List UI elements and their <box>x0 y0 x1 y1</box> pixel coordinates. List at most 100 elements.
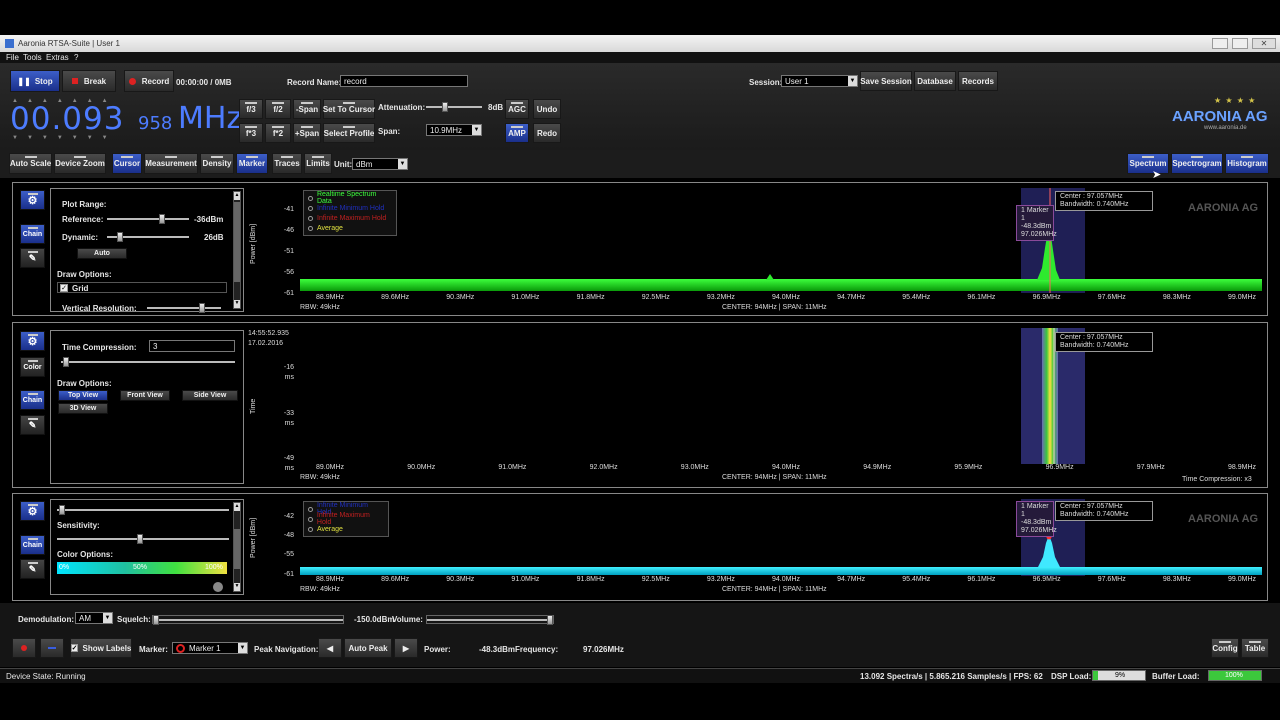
close-button[interactable]: ✕ <box>1252 38 1276 49</box>
grid-checkbox[interactable]: ✓ <box>60 284 68 292</box>
spectrogram-chain-button[interactable]: Chain <box>20 390 45 410</box>
auto-button[interactable]: Auto <box>77 248 127 259</box>
save-session-button[interactable]: Save Session <box>860 71 912 91</box>
tab-measurement[interactable]: Measurement <box>144 153 198 174</box>
record-button[interactable]: Record <box>124 70 174 92</box>
squelch-slider[interactable] <box>152 615 344 625</box>
tab-traces[interactable]: Traces <box>272 153 302 174</box>
unit-label: Unit: <box>334 160 353 169</box>
attenuation-slider[interactable] <box>426 102 482 112</box>
volume-slider[interactable] <box>426 615 554 625</box>
menu-file[interactable]: File <box>6 53 19 62</box>
menu-extras[interactable]: Extras <box>46 53 69 62</box>
freq-down-arrows[interactable]: ▼▼▼▼▼▼▼ <box>12 135 172 142</box>
f-mul2-button[interactable]: f*2 <box>265 123 291 143</box>
session-select[interactable]: User 1 ▼ <box>781 75 858 87</box>
show-labels-checkbox[interactable]: ✓ <box>70 644 79 652</box>
f-mul3-button[interactable]: f*3 <box>239 123 263 143</box>
config-button[interactable]: Config <box>1211 638 1239 658</box>
time-compression-slider[interactable] <box>61 357 235 367</box>
sensitivity-slider[interactable] <box>57 534 229 544</box>
maximize-button[interactable] <box>1232 38 1248 49</box>
amp-button[interactable]: AMP <box>505 123 529 143</box>
break-label: Break <box>83 76 107 86</box>
front-view-button[interactable]: Front View <box>120 390 170 401</box>
spectrogram-settings-button[interactable]: ⚙ <box>20 331 45 351</box>
chevron-down-icon: ▼ <box>398 159 407 169</box>
spectrogram-controls: Time Compression: 3 Draw Options: Top Vi… <box>50 330 244 484</box>
histogram-legend: Infinite Minimum Hold Infinite Maximum H… <box>303 501 389 537</box>
database-button[interactable]: Database <box>914 71 956 91</box>
tab-density[interactable]: Density <box>200 153 234 174</box>
auto-peak-button[interactable]: Auto Peak <box>344 638 392 658</box>
span-select[interactable]: 10.9MHz ▼ <box>426 124 482 136</box>
agc-button[interactable]: AGC <box>505 99 529 119</box>
top-view-button[interactable]: Top View <box>58 390 108 401</box>
color-gradient-bar[interactable]: 0% 50% 100% <box>57 562 227 574</box>
histogram-controls-scrollbar[interactable]: ▲ ▼ <box>233 502 241 592</box>
histogram-peak <box>1038 535 1060 567</box>
grid-label: Grid <box>72 284 89 293</box>
dynamic-slider[interactable] <box>107 232 189 242</box>
grid-option[interactable]: ✓ Grid <box>57 282 227 293</box>
minus-span-button[interactable]: -Span <box>293 99 321 119</box>
tab-histogram[interactable]: Histogram <box>1225 153 1269 174</box>
demodulation-select[interactable]: AM ▼ <box>75 612 113 624</box>
tab-spectrum[interactable]: Spectrum <box>1127 153 1169 174</box>
auto-scale-button[interactable]: Auto Scale <box>9 153 52 174</box>
spectrum-xtick: 96.9MHz <box>1032 294 1061 301</box>
histogram-tool-button[interactable]: ✎ <box>20 559 45 579</box>
menu-tools[interactable]: Tools <box>23 53 42 62</box>
tab-cursor[interactable]: Cursor <box>112 153 142 174</box>
select-profile-button[interactable]: Select Profile <box>323 123 375 143</box>
break-button[interactable]: Break <box>62 70 116 92</box>
f-div3-button[interactable]: f/3 <box>239 99 263 119</box>
spectrogram-color-button[interactable]: Color <box>20 357 45 377</box>
spectrum-xtick: 98.3MHz <box>1162 294 1191 301</box>
redo-button[interactable]: Redo <box>533 123 561 143</box>
record-marker-button[interactable] <box>12 638 36 658</box>
set-to-cursor-button[interactable]: Set To Cursor <box>323 99 375 119</box>
reference-slider[interactable] <box>107 214 189 224</box>
show-labels-toggle[interactable]: ✓ Show Labels <box>70 638 132 658</box>
peak-next-button[interactable]: ▶ <box>394 638 418 658</box>
spectrum-settings-button[interactable]: ⚙ <box>20 190 45 210</box>
minimize-button[interactable] <box>1212 38 1228 49</box>
tab-spectrogram[interactable]: Spectrogram <box>1171 153 1223 174</box>
tab-marker[interactable]: Marker <box>236 153 268 174</box>
span-value: 10.9MHz <box>430 125 463 135</box>
spectrogram-tool-button[interactable]: ✎ <box>20 415 45 435</box>
histogram-top-slider[interactable] <box>57 505 229 515</box>
record-dot-icon <box>21 645 27 651</box>
vertical-resolution-slider[interactable] <box>147 303 221 313</box>
device-zoom-button[interactable]: Device Zoom <box>54 153 106 174</box>
f-div2-button[interactable]: f/2 <box>265 99 291 119</box>
unit-select[interactable]: dBm ▼ <box>352 158 408 170</box>
legend-min-hold: Infinite Minimum Hold <box>317 204 385 212</box>
undo-button[interactable]: Undo <box>533 99 561 119</box>
spectrum-chain-button[interactable]: Chain <box>20 224 45 244</box>
menu-help[interactable]: ? <box>74 53 78 62</box>
3d-view-button[interactable]: 3D View <box>58 403 108 414</box>
records-button[interactable]: Records <box>958 71 998 91</box>
legend-item-min-hold: Infinite Minimum Hold <box>308 203 392 213</box>
spectrum-controls-scrollbar[interactable]: ▲ ▼ <box>233 191 241 309</box>
time-compression-input[interactable]: 3 <box>149 340 235 352</box>
side-view-button[interactable]: Side View <box>182 390 238 401</box>
color-picker-dot[interactable] <box>213 582 223 592</box>
histogram-chain-button[interactable]: Chain <box>20 535 45 555</box>
plus-span-button[interactable]: +Span <box>293 123 321 143</box>
histogram-settings-button[interactable]: ⚙ <box>20 501 45 521</box>
record-name-input[interactable]: record <box>340 75 468 87</box>
marker-select[interactable]: Marker 1 ▼ <box>172 642 248 654</box>
spectrum-tool-button[interactable]: ✎ <box>20 248 45 268</box>
stop-button[interactable]: ❚❚ Stop <box>10 70 60 92</box>
peak-prev-button[interactable]: ◀ <box>318 638 342 658</box>
frequency-display[interactable]: ▲▲▲▲▲▲▲ 00.093 958 MHz ▼▼▼▼▼▼▼ <box>10 98 242 142</box>
table-button[interactable]: Table <box>1241 638 1269 658</box>
side-view-label: Side View <box>193 392 227 399</box>
histogram-xtick: 97.6MHz <box>1097 576 1126 583</box>
dynamic-value: 26dB <box>204 233 224 242</box>
tab-limits[interactable]: Limits <box>304 153 332 174</box>
blue-marker-button[interactable] <box>40 638 64 658</box>
